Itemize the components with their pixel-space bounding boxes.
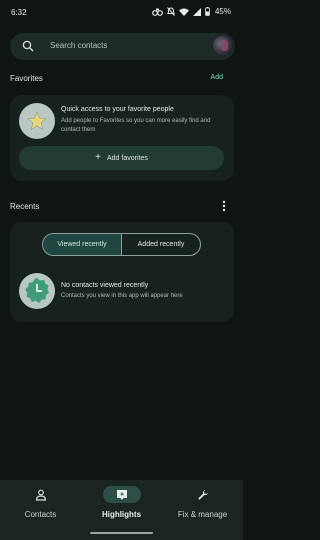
search-input[interactable]: Search contacts [50,41,107,50]
tab-added-recently[interactable]: Added recently [122,234,200,255]
recents-card: Viewed recently Added recently No contac… [10,222,234,322]
empty-state-title: No contacts viewed recently [61,282,149,289]
add-favorite-link[interactable]: Add [211,74,223,81]
plus-icon: + [95,152,101,163]
signal-icon [192,7,201,16]
status-icons: 45% [152,7,231,16]
status-bar: 6:32 45% [0,0,243,24]
empty-state-subtitle: Contacts you view in this app will appea… [61,293,183,299]
link-icon [152,8,163,16]
battery-percent: 45% [214,7,231,16]
favorites-card: Quick access to your favorite people Add… [10,95,234,181]
mute-icon [167,7,175,16]
add-favorites-label: Add favorites [106,154,148,162]
avatar[interactable] [213,36,232,55]
wifi-icon [178,8,189,16]
clock-icon [19,273,55,309]
home-indicator[interactable] [90,532,153,534]
recents-segmented-control: Viewed recently Added recently [42,233,201,256]
nav-fix-manage[interactable]: Fix & manage [162,480,243,540]
favorites-title: Favorites [10,74,43,83]
add-favorites-button[interactable]: + Add favorites [19,146,224,170]
star-icon [19,103,55,139]
tab-viewed-recently[interactable]: Viewed recently [43,234,122,255]
nav-contacts[interactable]: Contacts [0,480,81,540]
highlights-icon [102,486,141,503]
search-icon[interactable] [22,40,34,52]
battery-icon [205,7,210,16]
search-bar[interactable]: Search contacts [10,33,235,60]
person-icon [22,486,60,503]
contacts-app-screen: 6:32 45% Search contacts Favorites Add Q… [0,0,243,540]
status-time: 6:32 [11,8,27,17]
favorites-card-body: Add people to Favorites so you can more … [61,118,211,133]
wrench-icon [184,486,222,503]
nav-highlights[interactable]: Highlights [81,480,162,540]
nav-highlights-label: Highlights [101,510,142,519]
nav-contacts-label: Contacts [24,510,57,519]
bottom-navigation: Contacts Highlights Fix & manage [0,480,243,540]
recents-title: Recents [10,202,40,211]
nav-fix-manage-label: Fix & manage [177,510,228,519]
favorites-card-heading: Quick access to your favorite people [61,106,174,113]
more-vert-icon[interactable] [222,200,226,212]
